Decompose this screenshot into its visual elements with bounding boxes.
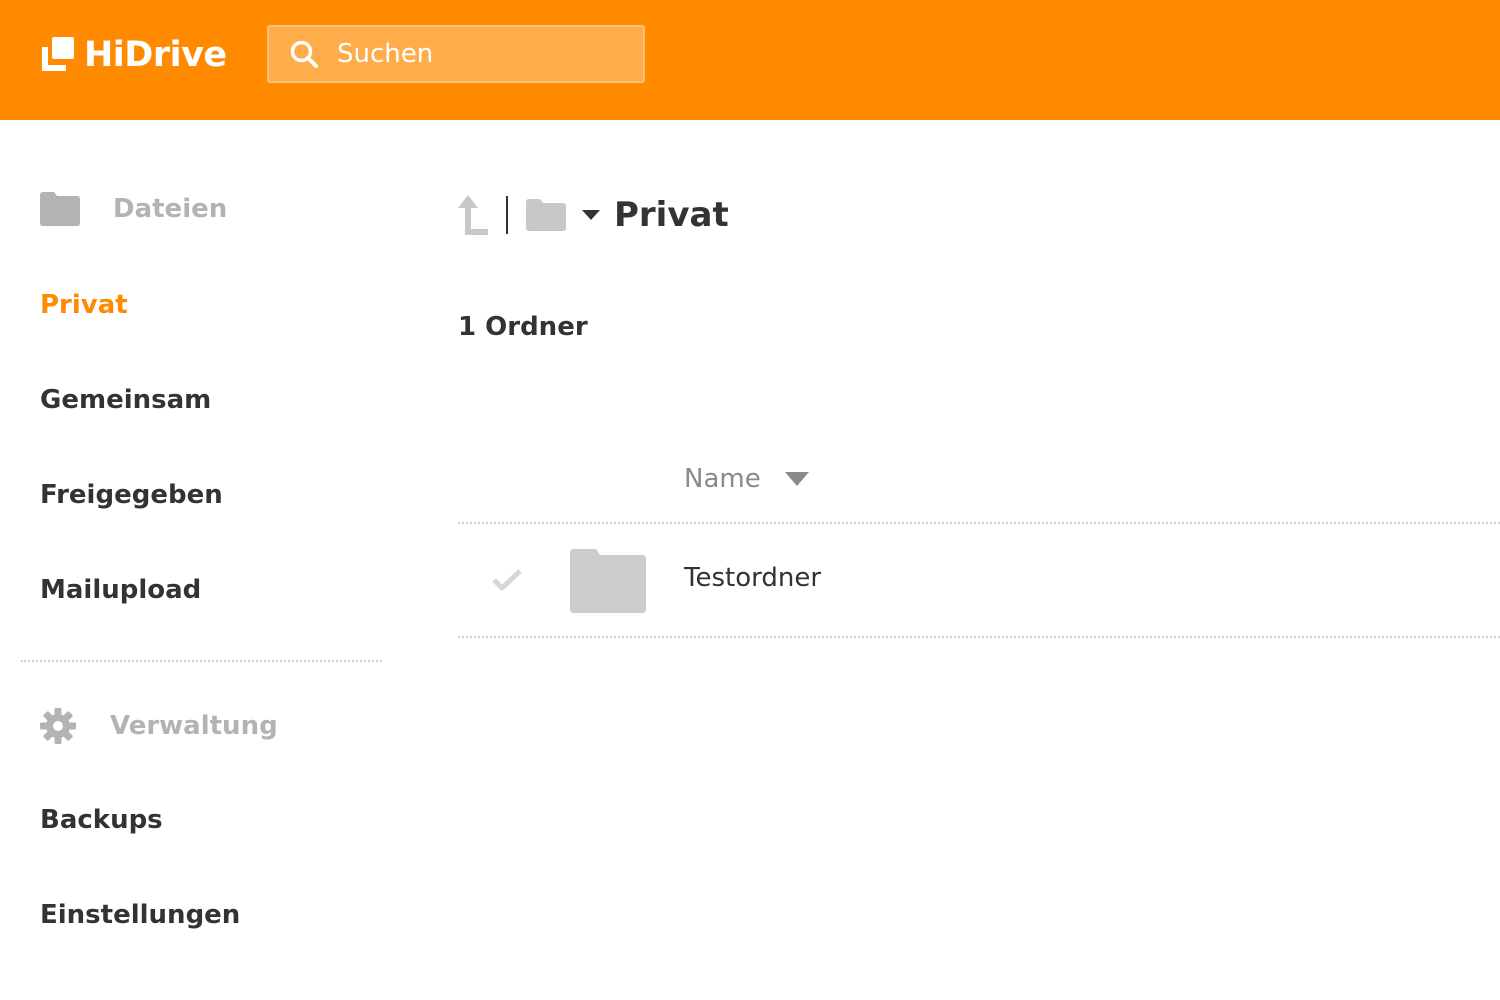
- hidrive-logo-icon: [42, 37, 74, 71]
- item-count: 1 Ordner: [458, 312, 588, 342]
- breadcrumb: Privat: [458, 190, 729, 240]
- sidebar-item-freigegeben[interactable]: Freigegeben: [40, 480, 223, 510]
- sidebar: Dateien Privat Gemeinsam Freigegeben Mai…: [0, 120, 400, 1000]
- sidebar-item-gemeinsam[interactable]: Gemeinsam: [40, 385, 211, 415]
- table-row[interactable]: Testordner: [458, 525, 1500, 637]
- sidebar-item-privat[interactable]: Privat: [40, 290, 128, 320]
- file-name[interactable]: Testordner: [684, 563, 821, 593]
- folder-icon[interactable]: [526, 199, 566, 231]
- search-input[interactable]: [337, 39, 617, 69]
- main-content: Privat 1 Ordner Name Testordner: [458, 120, 1500, 1000]
- table-header-divider: [458, 522, 1500, 524]
- sidebar-divider: [21, 660, 382, 662]
- checkmark-icon[interactable]: [492, 568, 522, 592]
- column-header-name[interactable]: Name: [684, 464, 809, 494]
- table-row-divider: [458, 636, 1500, 638]
- sort-descending-icon: [784, 472, 809, 486]
- search-icon: [290, 40, 318, 68]
- search-box[interactable]: [267, 25, 645, 83]
- sidebar-item-einstellungen[interactable]: Einstellungen: [40, 900, 240, 930]
- breadcrumb-separator: [506, 196, 508, 234]
- files-section-label: Dateien: [113, 194, 228, 224]
- top-bar: HiDrive: [0, 0, 1500, 120]
- page-title: Privat: [614, 195, 729, 235]
- files-section-header[interactable]: Dateien: [40, 192, 227, 226]
- folder-icon: [40, 192, 80, 226]
- admin-section-header[interactable]: Verwaltung: [40, 708, 278, 744]
- arrow-up-icon[interactable]: [458, 195, 488, 235]
- sidebar-item-mailupload[interactable]: Mailupload: [40, 575, 201, 605]
- folder-icon: [570, 549, 646, 613]
- column-header-label: Name: [684, 464, 761, 494]
- hidrive-logo[interactable]: HiDrive: [38, 33, 227, 77]
- gear-icon: [40, 708, 76, 744]
- brand-name: HiDrive: [84, 35, 227, 75]
- sidebar-item-backups[interactable]: Backups: [40, 805, 163, 835]
- admin-section-label: Verwaltung: [110, 711, 278, 741]
- caret-down-icon[interactable]: [582, 210, 600, 220]
